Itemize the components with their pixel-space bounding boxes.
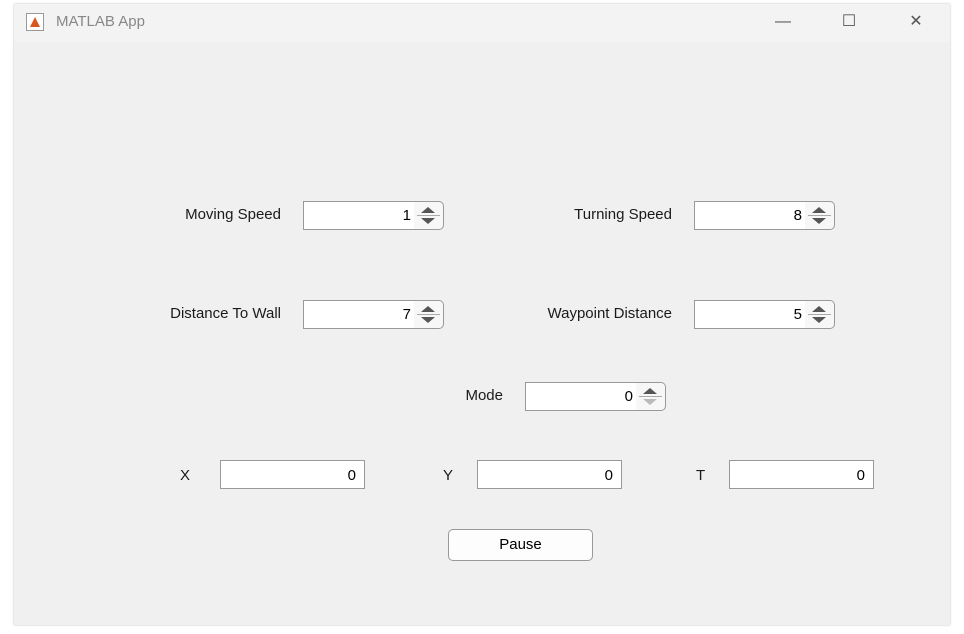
increment-arrow-icon[interactable] [812,207,826,213]
waypoint-distance-input[interactable]: 5 [694,300,806,329]
increment-arrow-icon[interactable] [812,306,826,312]
waypoint-distance-spinner[interactable]: 5 [694,300,836,329]
title-bar: MATLAB App — ☐ ✕ [14,4,950,42]
decrement-arrow-icon[interactable] [421,317,435,323]
y-label: Y [443,467,454,484]
window-title: MATLAB App [56,13,145,30]
close-button[interactable]: ✕ [901,10,931,34]
decrement-arrow-icon[interactable] [812,218,826,224]
matlab-logo-icon [26,13,44,31]
moving-speed-label: Moving Speed [185,206,281,223]
mode-input[interactable]: 0 [525,382,637,411]
t-label: T [696,467,706,484]
t-field[interactable]: 0 [729,460,874,489]
increment-arrow-icon[interactable] [421,306,435,312]
increment-arrow-icon[interactable] [643,388,657,394]
distance-to-wall-label: Distance To Wall [170,305,281,322]
moving-speed-input[interactable]: 1 [303,201,415,230]
decrement-arrow-icon[interactable] [421,218,435,224]
decrement-arrow-icon[interactable] [812,317,826,323]
mode-spinner[interactable]: 0 [525,382,667,411]
pause-button[interactable]: Pause [448,529,593,561]
y-field[interactable]: 0 [477,460,622,489]
distance-to-wall-spinner[interactable]: 7 [303,300,445,329]
turning-speed-label: Turning Speed [574,206,672,223]
decrement-arrow-disabled-icon [643,399,657,405]
waypoint-distance-label: Waypoint Distance [547,305,673,322]
increment-arrow-icon[interactable] [421,207,435,213]
minimize-button[interactable]: — [768,10,798,34]
moving-speed-spinner[interactable]: 1 [303,201,445,230]
x-label: X [180,467,191,484]
distance-to-wall-input[interactable]: 7 [303,300,415,329]
x-field[interactable]: 0 [220,460,365,489]
turning-speed-spinner[interactable]: 8 [694,201,836,230]
maximize-button[interactable]: ☐ [834,10,864,34]
mode-label: Mode [465,387,503,404]
turning-speed-input[interactable]: 8 [694,201,806,230]
